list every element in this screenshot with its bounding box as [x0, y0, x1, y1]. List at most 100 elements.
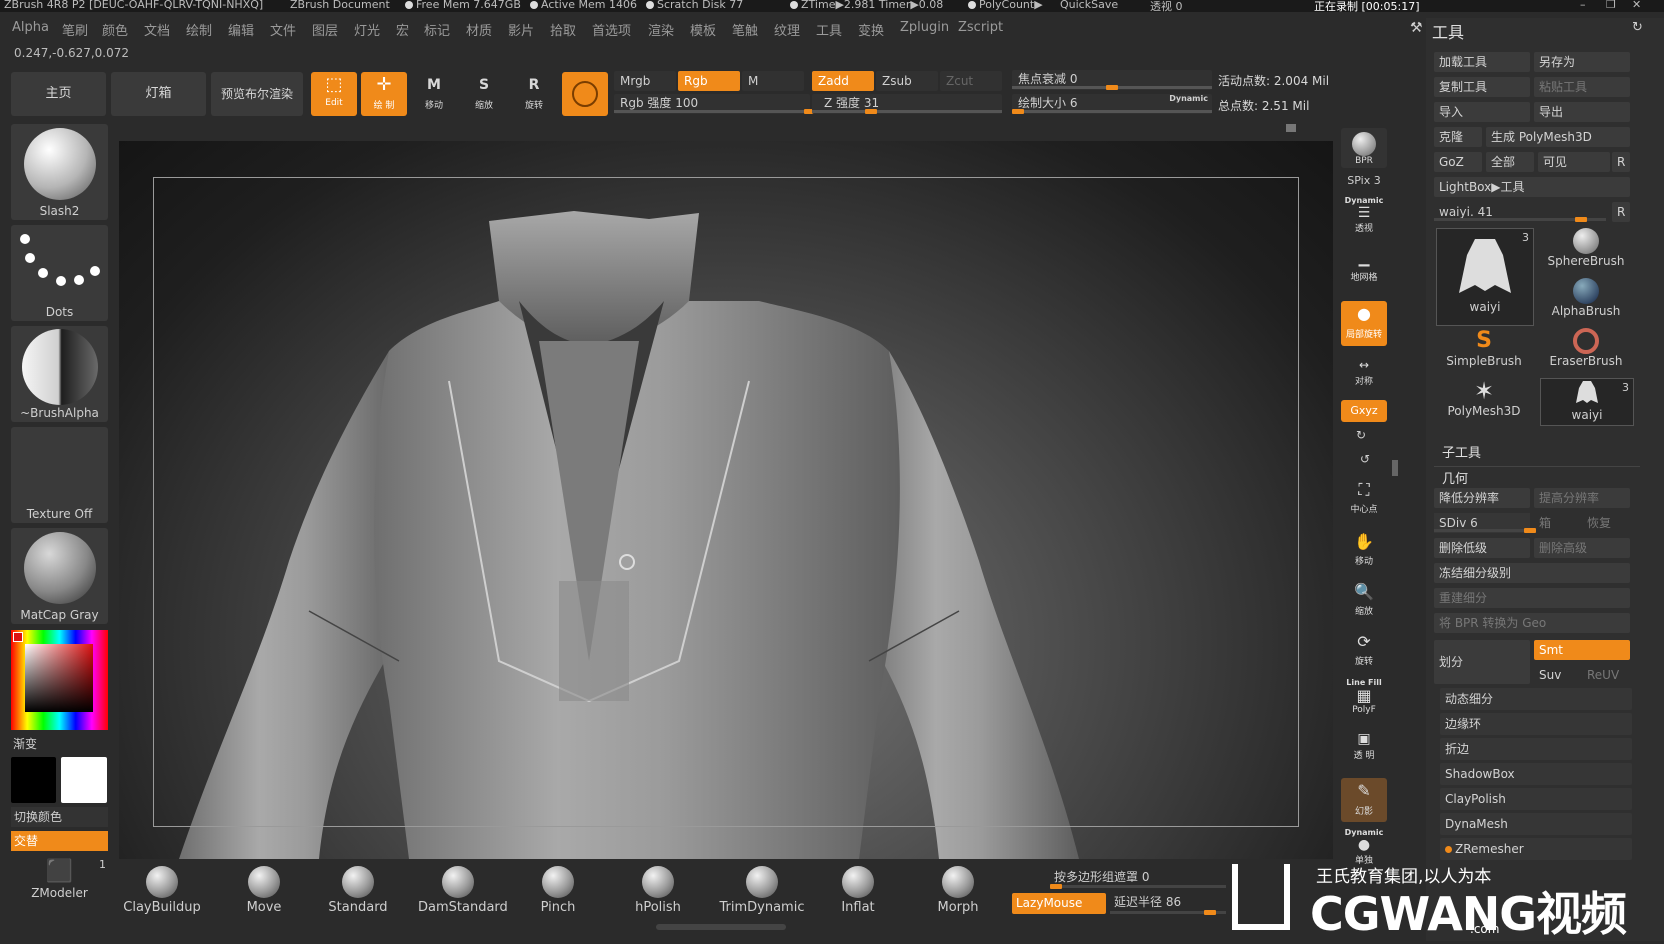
spix-slider[interactable]: SPix 3: [1341, 174, 1387, 187]
edgeloop-header[interactable]: 边缘环: [1440, 713, 1632, 735]
dynamesh-header[interactable]: DynaMesh: [1440, 813, 1632, 835]
menu-macro[interactable]: 宏: [396, 20, 409, 39]
menu-stroke[interactable]: 笔触: [732, 20, 758, 39]
paste-tool-button[interactable]: 粘贴工具: [1534, 77, 1630, 97]
y-rotate-icon[interactable]: ↻: [1356, 428, 1366, 442]
tool-thumb-waiyi[interactable]: waiyi 3: [1436, 228, 1534, 326]
scale-mode-button[interactable]: S 缩放: [461, 72, 507, 116]
tool-thumb-spherebrush[interactable]: SphereBrush: [1540, 228, 1632, 274]
color-picker[interactable]: [11, 630, 108, 730]
bottom-shelf-handle[interactable]: [656, 924, 786, 930]
preview-boolean-button[interactable]: 预览布尔渲染: [211, 72, 303, 116]
rotate-mode-button[interactable]: R 旋转: [511, 72, 557, 116]
freeze-subdivision-button[interactable]: 冻结细分级别: [1434, 563, 1630, 583]
lightbox-button[interactable]: 灯箱: [111, 72, 206, 116]
menu-layer[interactable]: 图层: [312, 20, 338, 39]
bpr-to-geo-button[interactable]: 将 BPR 转换为 Geo: [1434, 613, 1630, 633]
save-as-button[interactable]: 另存为: [1534, 52, 1630, 72]
make-polymesh-button[interactable]: 生成 PolyMesh3D: [1486, 127, 1630, 147]
zcut-toggle[interactable]: Zcut: [940, 71, 1002, 91]
floor-button[interactable]: ▁ 地网格: [1341, 248, 1387, 290]
switch-color-button[interactable]: 切换颜色: [11, 807, 108, 827]
clone-button[interactable]: 克隆: [1434, 127, 1482, 147]
z-rotate-icon[interactable]: ↺: [1360, 452, 1370, 466]
secondary-color-white[interactable]: [61, 757, 107, 803]
menu-transform[interactable]: 变换: [858, 20, 884, 39]
lazymouse-toggle[interactable]: LazyMouse: [1012, 893, 1106, 914]
alternate-button[interactable]: 交替: [11, 831, 108, 851]
material-selector[interactable]: MatCap Gray: [11, 528, 108, 624]
higher-res-button[interactable]: 提高分辨率: [1534, 488, 1630, 508]
m-toggle[interactable]: M: [742, 71, 804, 91]
goz-r-button[interactable]: R: [1612, 152, 1630, 172]
goz-visible-button[interactable]: 可见: [1538, 152, 1610, 172]
menu-document[interactable]: 文档: [144, 20, 170, 39]
palette-reset-icon[interactable]: ↻: [1632, 20, 1643, 35]
quicksave-button[interactable]: QuickSave: [1060, 0, 1118, 11]
transparent-button[interactable]: ▣ 透 明: [1341, 730, 1387, 766]
local-symmetry-button[interactable]: ● 局部旋转: [1341, 301, 1387, 346]
symmetry-button[interactable]: ↔ 对称: [1341, 356, 1387, 390]
zsub-toggle[interactable]: Zsub: [876, 71, 938, 91]
color-square[interactable]: [25, 644, 93, 712]
main-color-black[interactable]: [11, 757, 56, 803]
maximize-icon[interactable]: ❐: [1606, 0, 1616, 11]
sculptris-pro-button[interactable]: [562, 72, 608, 116]
polyframe-button[interactable]: Line Fill ▦ PolyF: [1341, 678, 1387, 722]
z-intensity-slider[interactable]: Z 强度 31: [812, 94, 1002, 114]
menu-preferences[interactable]: 首选项: [592, 20, 631, 39]
brush-standard[interactable]: Standard: [318, 866, 398, 918]
dynamic-size-toggle[interactable]: Dynamic: [1169, 90, 1208, 108]
tool-thumb-alphabrush[interactable]: AlphaBrush: [1540, 278, 1632, 324]
menu-draw[interactable]: 绘制: [186, 20, 212, 39]
restore-button[interactable]: 恢复: [1582, 513, 1630, 533]
brush-trimdynamic[interactable]: TrimDynamic: [718, 866, 806, 918]
lightbox-tool-button[interactable]: LightBox▶工具: [1434, 177, 1630, 197]
smt-toggle[interactable]: Smt: [1534, 640, 1630, 660]
brush-morph[interactable]: Morph: [918, 866, 998, 918]
home-button[interactable]: 主页: [11, 72, 106, 116]
zadd-toggle[interactable]: Zadd: [812, 71, 874, 91]
ghost-button[interactable]: ✎ 幻影: [1341, 778, 1387, 822]
zoom-view-button[interactable]: 🔍 缩放: [1341, 580, 1387, 622]
brush-damstandard[interactable]: DamStandard: [418, 866, 508, 918]
lower-res-button[interactable]: 降低分辨率: [1434, 488, 1530, 508]
draw-size-slider[interactable]: 绘制大小 6 Dynamic: [1012, 94, 1212, 114]
lazy-radius-slider[interactable]: 延迟半径 86: [1110, 893, 1226, 915]
delete-higher-button[interactable]: 删除高级: [1534, 538, 1630, 558]
stroke-selector[interactable]: Dots: [11, 225, 108, 321]
frame-button[interactable]: ⛶ 中心点: [1341, 478, 1387, 520]
menu-marker[interactable]: 标记: [424, 20, 450, 39]
rgb-toggle[interactable]: Rgb: [678, 71, 740, 91]
menu-stencil[interactable]: 模板: [690, 20, 716, 39]
load-tool-button[interactable]: 加载工具: [1434, 52, 1530, 72]
cage-button[interactable]: 箱: [1534, 513, 1578, 533]
tool-thumb-eraserbrush[interactable]: EraserBrush: [1540, 328, 1632, 374]
tool-thumb-simplebrush[interactable]: S SimpleBrush: [1436, 328, 1532, 374]
brush-claybuildup[interactable]: ClayBuildup: [122, 866, 202, 918]
mrgb-toggle[interactable]: Mrgb: [614, 71, 676, 91]
menu-zplugin[interactable]: Zplugin: [900, 20, 949, 35]
dynamic-subdiv-header[interactable]: 动态细分: [1440, 688, 1632, 710]
current-tool-slider[interactable]: waiyi. 41: [1434, 202, 1606, 222]
geometry-header[interactable]: 几何: [1442, 468, 1468, 487]
move-mode-button[interactable]: M 移动: [411, 72, 457, 116]
reuv-toggle[interactable]: ReUV: [1582, 665, 1630, 685]
goz-all-button[interactable]: 全部: [1486, 152, 1534, 172]
move-view-button[interactable]: ✋ 移动: [1341, 530, 1387, 572]
claypolish-header[interactable]: ClayPolish: [1440, 788, 1632, 810]
goz-button[interactable]: GoZ: [1434, 152, 1482, 172]
focal-shift-slider[interactable]: 焦点衰减 0: [1012, 70, 1212, 90]
current-tool-r-button[interactable]: R: [1612, 202, 1630, 222]
menu-render[interactable]: 渲染: [648, 20, 674, 39]
sdiv-slider[interactable]: SDiv 6: [1434, 513, 1536, 533]
suv-toggle[interactable]: Suv: [1534, 665, 1578, 685]
menu-material[interactable]: 材质: [466, 20, 492, 39]
shadowbox-header[interactable]: ShadowBox: [1440, 763, 1632, 785]
import-button[interactable]: 导入: [1434, 102, 1530, 122]
menu-color[interactable]: 颜色: [102, 20, 128, 39]
xyz-rotate-button[interactable]: Gxyz: [1341, 400, 1387, 422]
bpr-render-button[interactable]: BPR: [1341, 128, 1387, 168]
rotate-view-button[interactable]: ⟳ 旋转: [1341, 630, 1387, 672]
copy-tool-button[interactable]: 复制工具: [1434, 77, 1530, 97]
